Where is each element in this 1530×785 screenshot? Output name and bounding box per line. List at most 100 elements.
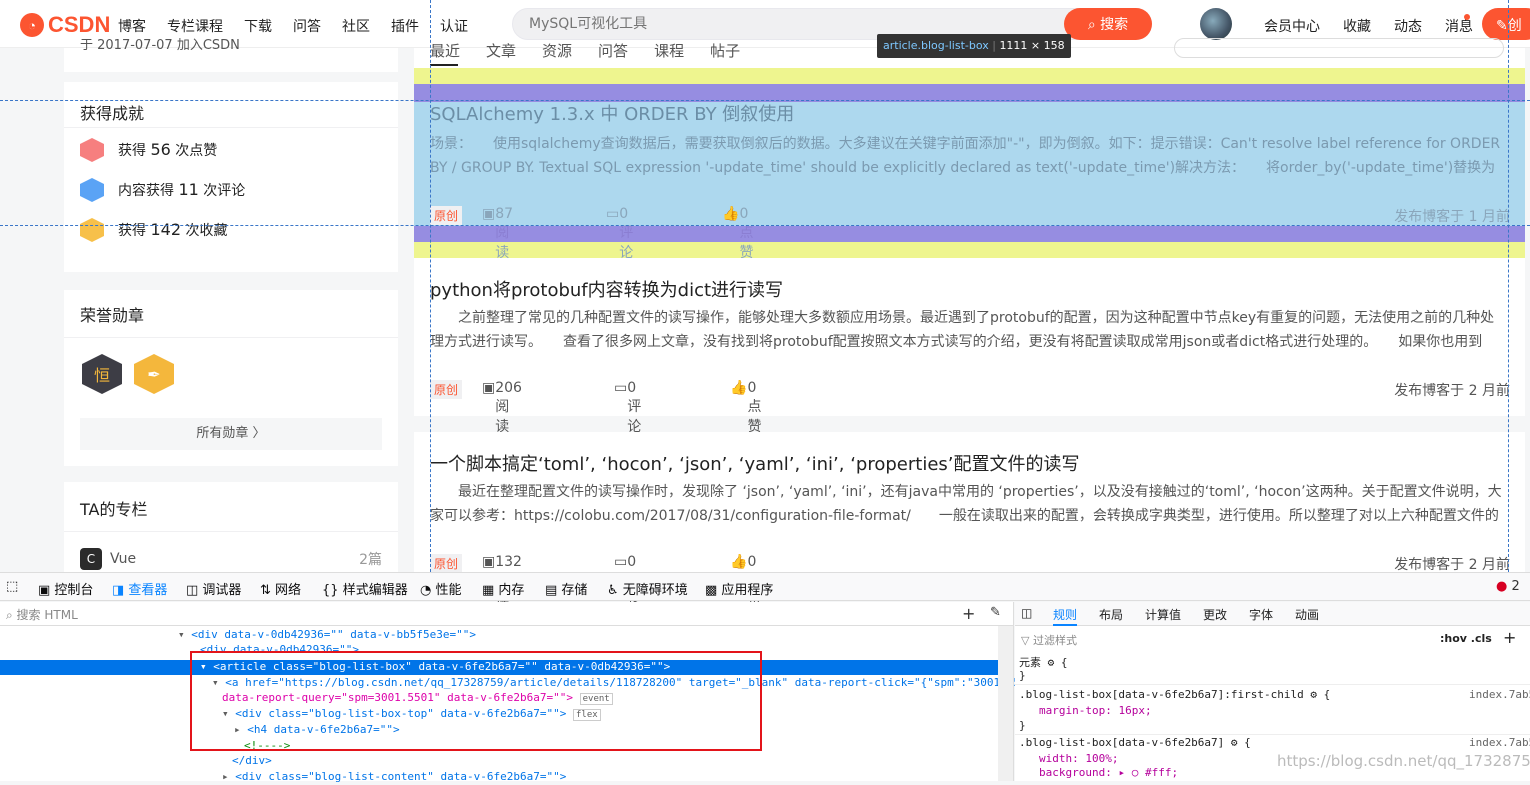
like-count: 👍 0点赞 xyxy=(730,554,762,609)
tab-articles[interactable]: 文章 xyxy=(486,40,516,60)
nav-community[interactable]: 社区 xyxy=(342,16,370,36)
tab-computed[interactable]: 计算值 xyxy=(1145,606,1181,623)
activity-link[interactable]: 动态 xyxy=(1394,16,1422,36)
read-count: ▣ 132 阅读 xyxy=(482,554,522,609)
tab-application[interactable]: ▩ 应用程序 xyxy=(705,579,773,598)
rule-source[interactable]: index.7ab5 xyxy=(1469,736,1530,749)
comment-count: ▭ 0评论 xyxy=(614,380,642,435)
tab-qa[interactable]: 问答 xyxy=(598,40,628,60)
article-title[interactable]: python将protobuf内容转换为dict进行读写 xyxy=(430,276,783,302)
achievement-likes: 获得 56 次点赞 xyxy=(64,130,398,170)
create-button[interactable]: ✎创 xyxy=(1482,8,1530,40)
article-title[interactable]: 一个脚本搞定‘toml’, ‘hocon’, ‘json’, ‘yaml’, ‘… xyxy=(430,450,1080,476)
vue-column-icon: C xyxy=(80,548,102,570)
tab-changes[interactable]: 更改 xyxy=(1203,606,1227,623)
profile-card-bottom: 于 2017-07-07 加入CSDN xyxy=(64,38,398,72)
read-count: ▣ 206 阅读 xyxy=(482,380,522,435)
tab-debugger[interactable]: ◫ 调试器 xyxy=(186,579,241,598)
persistence-badge-icon[interactable]: 恒 xyxy=(82,354,122,394)
layout-toggle-icon[interactable]: ◫ xyxy=(1021,606,1032,620)
guide-line-top xyxy=(0,100,1530,101)
code-line[interactable]: ▾ <div data-v-0db42936="" data-v-bb5f5e3… xyxy=(178,628,476,643)
all-badges-button[interactable]: 所有勋章 〉 xyxy=(80,418,382,450)
tab-memory[interactable]: ▦ 内存 xyxy=(482,579,524,598)
avatar[interactable] xyxy=(1200,8,1232,40)
code-line[interactable]: ▸ <div class="blog-list-content" data-v-… xyxy=(222,770,566,785)
code-line[interactable]: </div> xyxy=(232,754,272,769)
rule-declaration[interactable]: margin-top: 16px; xyxy=(1039,704,1152,717)
publish-time: 发布博客于 2 月前 xyxy=(1394,557,1510,573)
guide-line-bottom xyxy=(0,225,1530,226)
comment-count: ▭ 0评论 xyxy=(606,206,634,261)
tab-posts[interactable]: 帖子 xyxy=(710,40,740,60)
honor-card: 荣誉勋章 恒 ✒ 所有勋章 〉 xyxy=(64,290,398,466)
filter-styles-input[interactable]: ▽ 过滤样式 xyxy=(1021,632,1077,648)
tab-courses[interactable]: 课程 xyxy=(654,40,684,60)
notification-dot xyxy=(1464,14,1470,20)
nav-download[interactable]: 下载 xyxy=(244,16,272,36)
rule-declaration[interactable]: width: 100%; xyxy=(1039,752,1118,765)
error-count[interactable]: ● 2 xyxy=(1496,579,1520,594)
original-badge: 原创 xyxy=(430,206,463,225)
article-meta: 原创 ▣ 87 阅读 ▭ 0评论 👍 0点赞 发布博客于 1 月前 xyxy=(430,206,1510,261)
nav-plugins[interactable]: 插件 xyxy=(391,16,419,36)
article-title[interactable]: SQLAlchemy 1.3.x 中 ORDER BY 倒叙使用 xyxy=(430,100,794,126)
member-center-link[interactable]: 会员中心 xyxy=(1264,16,1320,36)
list-search-input[interactable] xyxy=(1174,38,1504,58)
eyedropper-icon[interactable]: ✎ xyxy=(990,605,1001,620)
active-tab-underline xyxy=(430,64,458,66)
html-search[interactable]: ⌕ 搜索 HTML xyxy=(0,602,1013,626)
favorites-link[interactable]: 收藏 xyxy=(1343,16,1371,36)
honor-title: 荣誉勋章 xyxy=(64,290,398,338)
rule-selector[interactable]: .blog-list-box[data-v-6fe2b6a7] ⚙ { xyxy=(1019,736,1251,749)
rule-line: 元素 ⚙ { xyxy=(1019,656,1068,669)
main-nav: 博客 专栏课程 下载 问答 社区 插件 认证 xyxy=(118,16,468,36)
tab-recent[interactable]: 最近 xyxy=(430,40,460,60)
blog-list-box-1[interactable]: SQLAlchemy 1.3.x 中 ORDER BY 倒叙使用 场景： 使用s… xyxy=(414,84,1525,261)
tab-accessibility[interactable]: ♿ 无障碍环境 xyxy=(607,579,688,598)
tab-network[interactable]: ⇅ 网络 xyxy=(260,579,301,598)
tab-resources[interactable]: 资源 xyxy=(542,40,572,60)
blog-list-box-2[interactable]: python将protobuf内容转换为dict进行读写 之前整理了常见的几种配… xyxy=(414,258,1525,435)
tab-fonts[interactable]: 字体 xyxy=(1249,606,1273,623)
tab-animations[interactable]: 动画 xyxy=(1295,606,1319,623)
tab-storage[interactable]: ▤ 存储 xyxy=(545,579,587,598)
article-summary: 之前整理了常见的几种配置文件的读写操作，能够处理大多数额应用场景。最近遇到了pr… xyxy=(430,310,1495,350)
tab-console[interactable]: ▣ 控制台 xyxy=(38,579,93,598)
add-node-button[interactable]: + xyxy=(962,604,975,623)
logo-icon: ◔ xyxy=(20,13,44,37)
publish-time: 发布博客于 2 月前 xyxy=(1394,383,1510,399)
inspector-tooltip: article.blog-list-box | 1111 × 158 xyxy=(877,34,1071,58)
scrollbar[interactable] xyxy=(998,626,1013,781)
nav-courses[interactable]: 专栏课程 xyxy=(167,16,223,36)
tab-inspector[interactable]: ◨ 查看器 xyxy=(112,579,167,598)
tab-style-editor[interactable]: {} 样式编辑器 xyxy=(322,579,408,598)
article-meta: 原创 ▣ 132 阅读 ▭ 0评论 👍 0点赞 发布博客于 2 月前 xyxy=(430,554,1510,609)
tab-performance[interactable]: ◔ 性能 xyxy=(420,579,462,598)
article-meta: 原创 ▣ 206 阅读 ▭ 0评论 👍 0点赞 发布博客于 2 月前 xyxy=(430,380,1510,435)
like-count: 👍 0点赞 xyxy=(722,206,754,261)
hov-cls-toggle[interactable]: :hov .cls xyxy=(1440,632,1492,645)
sidebar-tabs: ◫ 规则 布局 计算值 更改 字体 动画 xyxy=(1015,602,1530,626)
nav-qa[interactable]: 问答 xyxy=(293,16,321,36)
nav-blog[interactable]: 博客 xyxy=(118,16,146,36)
join-date: 于 2017-07-07 加入CSDN xyxy=(80,38,240,52)
pen-badge-icon[interactable]: ✒ xyxy=(134,354,174,394)
pick-element-icon[interactable]: ⬚ xyxy=(6,579,18,594)
rule-line: } xyxy=(1019,719,1026,732)
rules-panel: ◫ 规则 布局 计算值 更改 字体 动画 ▽ 过滤样式 :hov .cls + … xyxy=(1015,602,1530,781)
rule-source[interactable]: index.7ab5 xyxy=(1469,688,1530,701)
tab-rules[interactable]: 规则 xyxy=(1053,606,1078,626)
rule-declaration[interactable]: background: ▸ ○ #fff; xyxy=(1039,766,1178,779)
search-button[interactable]: ⌕ 搜索 xyxy=(1064,8,1152,40)
original-badge: 原创 xyxy=(430,380,463,399)
guide-line-left xyxy=(430,0,431,572)
column-item-vue[interactable]: C Vue 2篇 xyxy=(80,546,382,572)
blog-list-box-3[interactable]: 一个脚本搞定‘toml’, ‘hocon’, ‘json’, ‘yaml’, ‘… xyxy=(414,432,1525,609)
nav-cert[interactable]: 认证 xyxy=(440,16,468,36)
highlight-margin-top xyxy=(414,68,1525,84)
tab-layout[interactable]: 布局 xyxy=(1099,606,1123,623)
rule-selector[interactable]: .blog-list-box[data-v-6fe2b6a7]:first-ch… xyxy=(1019,688,1330,701)
star-badge-icon xyxy=(80,218,104,242)
add-rule-button[interactable]: + xyxy=(1503,628,1516,647)
